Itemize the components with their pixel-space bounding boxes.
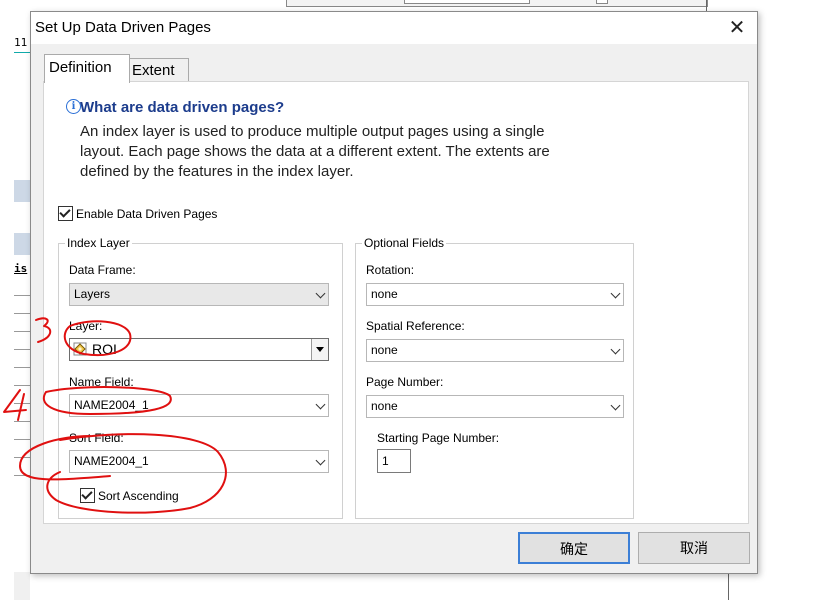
- enable-ddp-label: Enable Data Driven Pages: [76, 207, 218, 221]
- info-line: defined by the features in the index lay…: [80, 163, 354, 180]
- triangle-down-icon: [316, 347, 324, 352]
- data-frame-select[interactable]: Layers: [69, 283, 329, 306]
- data-driven-pages-dialog: Set Up Data Driven Pages ✕ Definition Ex…: [30, 11, 758, 574]
- spatial-reference-select[interactable]: none: [366, 339, 624, 362]
- layer-value: ROI: [92, 341, 117, 357]
- spatial-reference-label: Spatial Reference:: [366, 319, 465, 333]
- info-description: An index layer is used to produce multip…: [80, 122, 640, 182]
- enable-ddp-checkbox[interactable]: [58, 206, 73, 221]
- annotation-number-4: [3, 389, 27, 421]
- page-number-select[interactable]: none: [366, 395, 624, 418]
- background-divider: [728, 570, 729, 600]
- background-row-line: [14, 367, 30, 368]
- page-number-value: none: [371, 399, 398, 413]
- sort-ascending-label: Sort Ascending: [98, 489, 179, 503]
- background-row-line: [14, 457, 30, 458]
- background-row-line: [14, 475, 30, 476]
- chevron-down-icon: [315, 288, 326, 299]
- chevron-down-icon: [315, 455, 326, 466]
- background-row-line: [14, 421, 30, 422]
- background-row-line: [14, 385, 30, 386]
- background-underline: [14, 52, 30, 53]
- background-row-line: [14, 313, 30, 314]
- optional-fields-group: Optional Fields Rotation: none Spatial R…: [355, 236, 634, 519]
- close-button[interactable]: ✕: [725, 16, 749, 40]
- background-row-line: [14, 403, 30, 404]
- data-frame-label: Data Frame:: [69, 263, 136, 277]
- info-heading: What are data driven pages?: [80, 99, 285, 116]
- background-row-line: [14, 349, 30, 350]
- index-layer-group: Index Layer Data Frame: Layers Layer: RO…: [58, 236, 343, 519]
- background-band: [14, 180, 30, 202]
- polygon-layer-icon: [73, 342, 87, 356]
- starting-page-number-value: 1: [382, 454, 389, 468]
- sort-field-value: NAME2004_1: [74, 454, 149, 468]
- sort-field-label: Sort Field:: [69, 431, 124, 445]
- page-number-label: Page Number:: [366, 375, 444, 389]
- info-line: layout. Each page shows the data at a di…: [80, 143, 550, 160]
- definition-tab-panel: i What are data driven pages? An index l…: [43, 81, 749, 524]
- chevron-down-icon: [610, 288, 621, 299]
- chevron-down-icon: [315, 399, 326, 410]
- chevron-down-icon: [610, 400, 621, 411]
- ok-button[interactable]: 确定: [518, 532, 630, 564]
- info-line: An index layer is used to produce multip…: [80, 123, 545, 140]
- background-row-line: [14, 439, 30, 440]
- background-band: [14, 233, 30, 255]
- cancel-button[interactable]: 取消: [638, 532, 750, 564]
- optional-fields-legend: Optional Fields: [362, 236, 447, 250]
- tab-extent[interactable]: Extent: [127, 58, 189, 83]
- sort-ascending-checkbox[interactable]: [80, 488, 95, 503]
- background-checkbox: [596, 0, 608, 4]
- chevron-down-icon: [610, 344, 621, 355]
- tab-definition[interactable]: Definition: [44, 54, 130, 83]
- background-left-text: 11: [14, 36, 28, 49]
- starting-page-number-label: Starting Page Number:: [377, 431, 500, 445]
- background-field: [404, 0, 530, 4]
- layer-select[interactable]: ROI: [69, 338, 329, 361]
- name-field-label: Name Field:: [69, 375, 134, 389]
- name-field-value: NAME2004_1: [74, 398, 149, 412]
- index-layer-legend: Index Layer: [65, 236, 132, 250]
- spatial-reference-value: none: [371, 343, 398, 357]
- name-field-select[interactable]: NAME2004_1: [69, 394, 329, 417]
- close-icon: ✕: [728, 17, 746, 39]
- layer-label: Layer:: [69, 319, 103, 333]
- rotation-label: Rotation:: [366, 263, 415, 277]
- dialog-title: Set Up Data Driven Pages: [35, 19, 211, 36]
- background-panel: [14, 572, 30, 600]
- data-frame-value: Layers: [74, 287, 111, 301]
- background-row-line: [14, 295, 30, 296]
- dialog-titlebar[interactable]: Set Up Data Driven Pages ✕: [31, 12, 757, 44]
- rotation-select[interactable]: none: [366, 283, 624, 306]
- background-row-line: [14, 331, 30, 332]
- background-left-label: is: [14, 262, 28, 275]
- rotation-value: none: [371, 287, 398, 301]
- starting-page-number-input[interactable]: 1: [377, 449, 411, 473]
- sort-field-select[interactable]: NAME2004_1: [69, 450, 329, 473]
- info-icon: i: [66, 99, 81, 114]
